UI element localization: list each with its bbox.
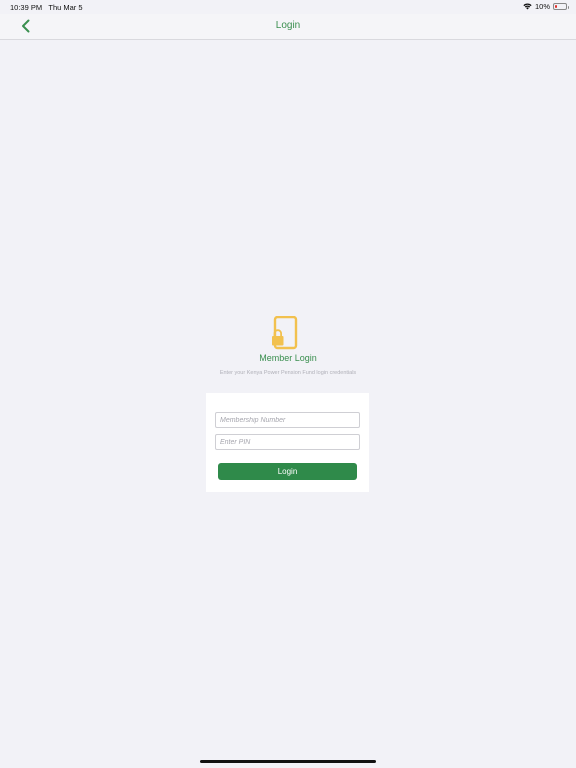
status-indicators: 10% [523, 2, 569, 11]
phone-lock-icon [272, 316, 298, 350]
login-form-card: Login [206, 393, 369, 492]
membership-number-input[interactable] [215, 412, 360, 428]
status-bar: 10:39 PM Thu Mar 5 10% [0, 0, 576, 14]
battery-percent: 10% [534, 2, 550, 11]
status-date-text: Thu Mar 5 [48, 3, 83, 12]
login-button[interactable]: Login [218, 463, 357, 480]
home-indicator [200, 760, 376, 763]
status-time: 10:39 PM Thu Mar 5 [10, 3, 83, 12]
login-subtitle: Enter your Kenya Power Pension Fund logi… [219, 370, 357, 376]
battery-icon [553, 3, 569, 10]
status-time-text: 10:39 PM [10, 3, 43, 12]
battery-level-fill [555, 5, 557, 8]
pin-input[interactable] [215, 434, 360, 450]
page-title: Login [275, 20, 301, 31]
wifi-icon [523, 3, 532, 10]
login-heading: Member Login [259, 353, 317, 363]
navigation-bar: Login [0, 14, 576, 40]
